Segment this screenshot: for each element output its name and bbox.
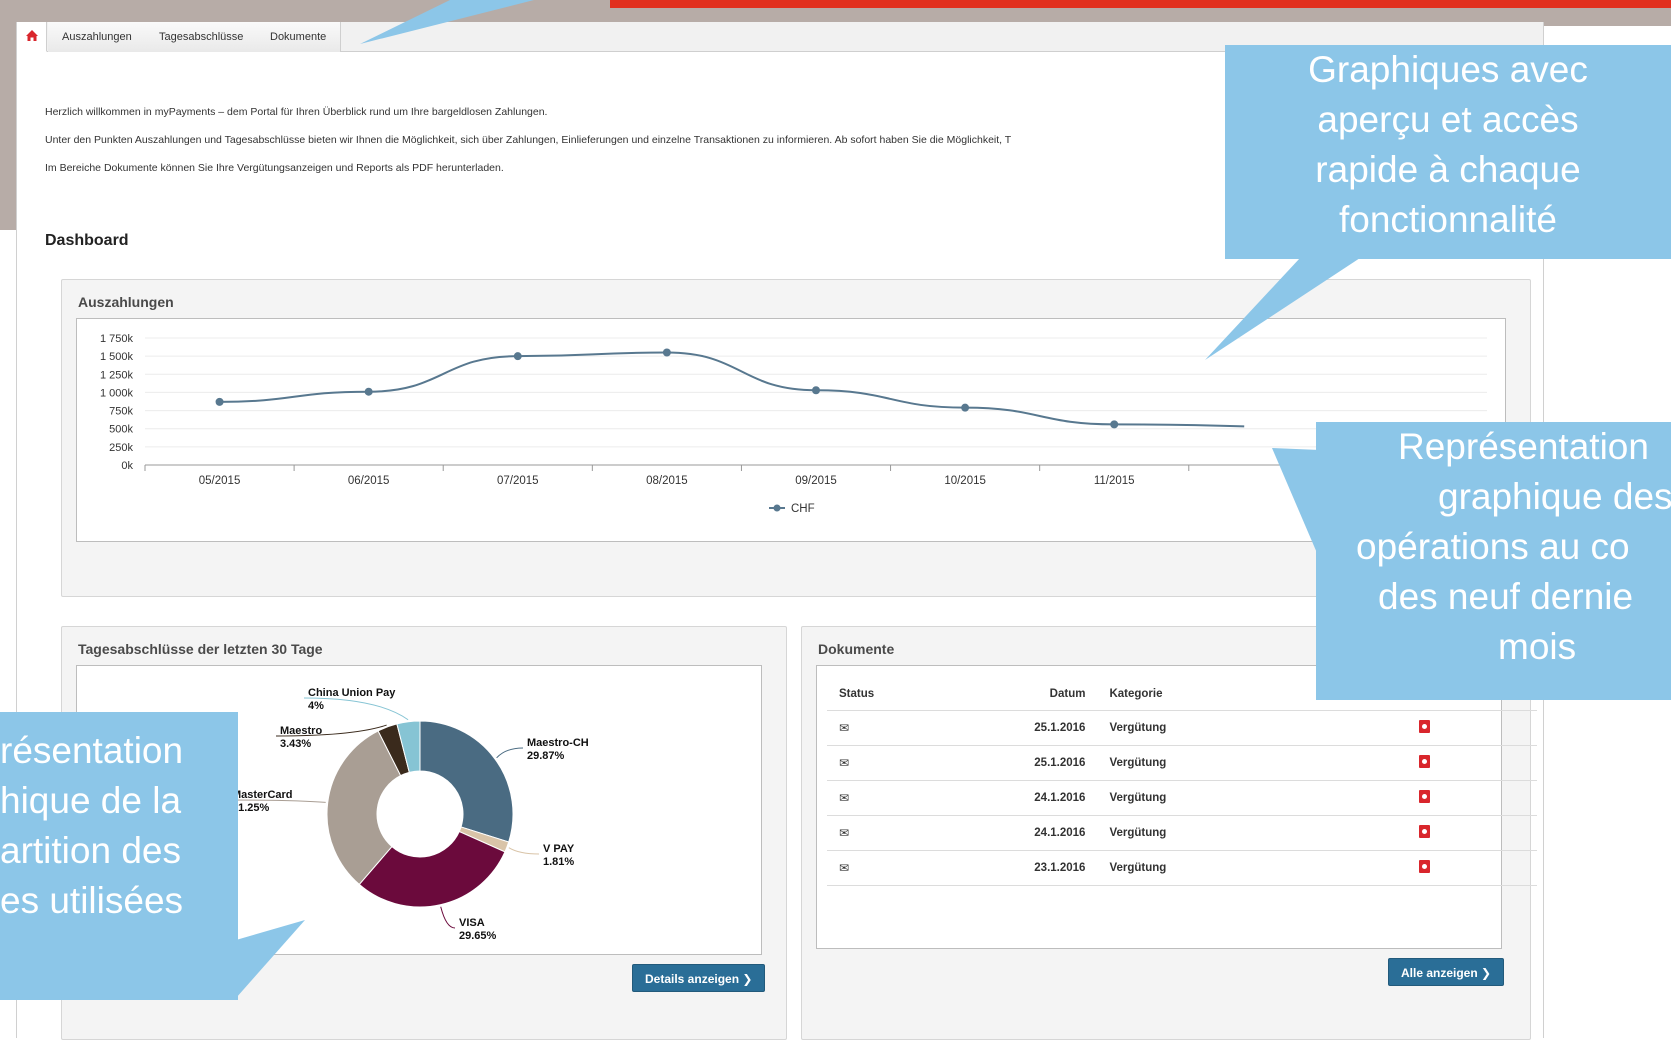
callout-left-line-3: artition des: [0, 830, 181, 871]
callout-top-right-line-3: rapide à chaque: [1315, 149, 1581, 190]
callout-top-right-line-2: aperçu et accès: [1317, 99, 1579, 140]
callout-left: résentation hique de la artition des es …: [0, 712, 238, 1000]
callout-mid-right-line-4: des neuf dernie: [1378, 576, 1634, 617]
callout-top-right-line-4: fonctionnalité: [1338, 199, 1558, 240]
callout-mid-right: Représentation graphique des opérations …: [1316, 422, 1671, 700]
callout-mid-right-line-2: graphique des: [1438, 476, 1671, 517]
callout-mid-right-line-1: Représentation: [1398, 426, 1649, 467]
callout-top-right: Graphiques avec aperçu et accès rapide à…: [1225, 45, 1671, 259]
pointer-mid-right: [1272, 448, 1320, 560]
pointer-top-tabs: [360, 0, 534, 44]
callout-left-line-2: hique de la: [0, 780, 182, 821]
pointer-left: [236, 920, 305, 998]
callout-top-right-line-1: Graphiques avec: [1308, 49, 1588, 90]
callout-left-line-1: résentation: [0, 730, 184, 771]
callout-left-line-4: es utilisées: [0, 880, 184, 921]
callout-mid-right-line-3: opérations au co: [1356, 526, 1630, 567]
pointer-top-right: [1205, 258, 1360, 360]
callout-mid-right-line-5: mois: [1498, 626, 1577, 667]
